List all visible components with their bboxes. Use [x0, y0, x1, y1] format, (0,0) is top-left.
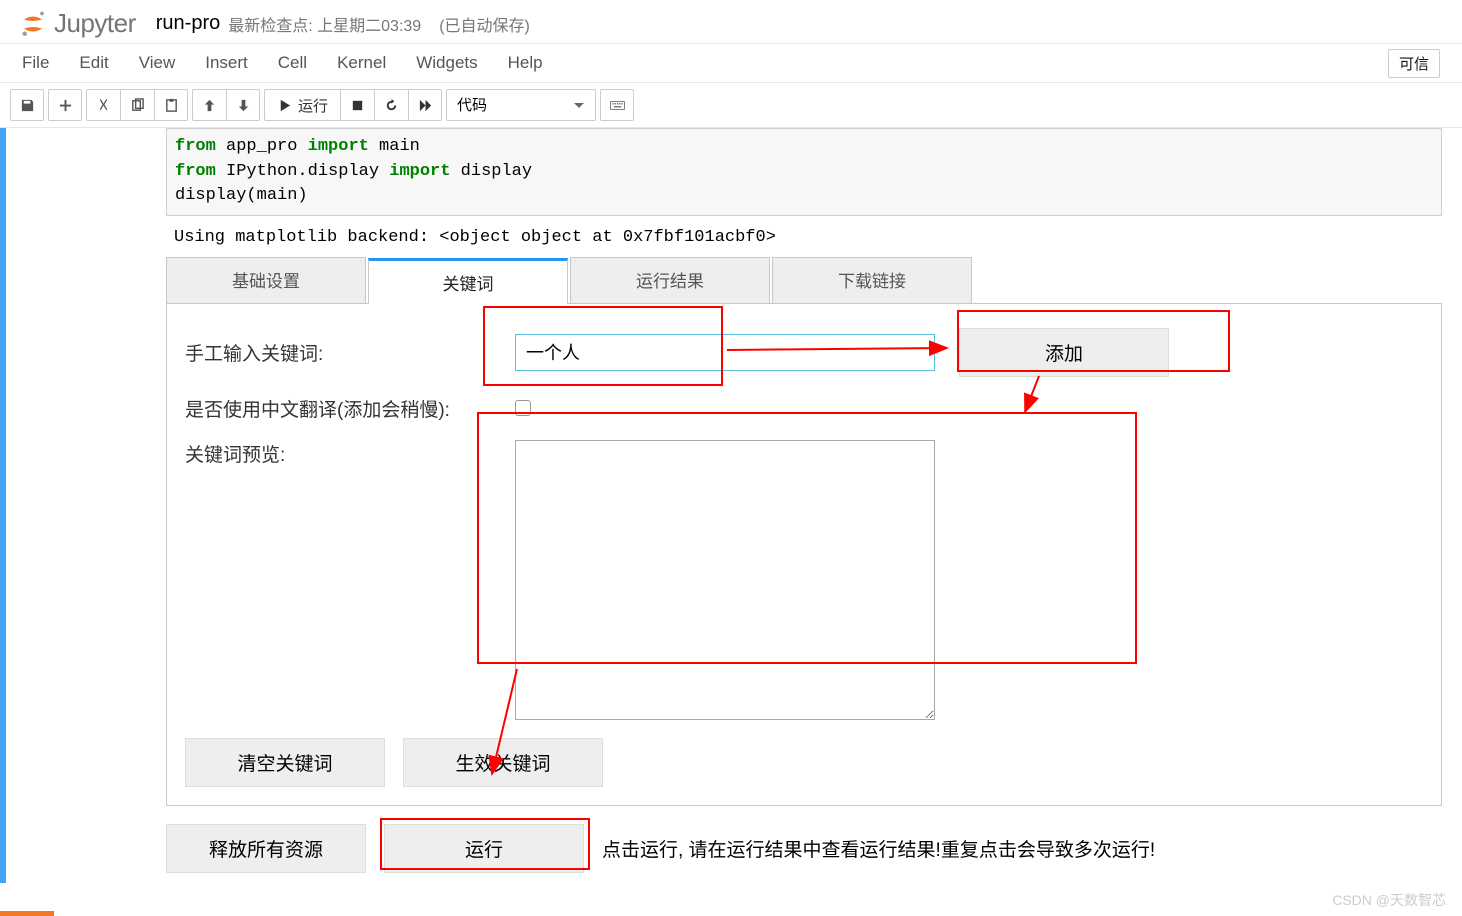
bottom-accent-bar	[0, 911, 54, 916]
trust-button[interactable]: 可信	[1388, 49, 1440, 78]
menubar: File Edit View Insert Cell Kernel Widget…	[0, 43, 1462, 83]
release-resources-button[interactable]: 释放所有资源	[166, 824, 366, 873]
arrow-down-icon	[236, 98, 251, 113]
paste-button[interactable]	[154, 89, 188, 121]
keyword-input[interactable]	[515, 334, 935, 371]
run-label: 运行	[298, 95, 328, 116]
watermark: CSDN @天数智芯	[1332, 890, 1446, 910]
tab-keywords[interactable]: 关键词	[368, 258, 568, 304]
checkpoint-text: 最新检查点: 上星期二03:39	[228, 12, 421, 36]
save-icon	[20, 98, 35, 113]
cut-button[interactable]	[86, 89, 120, 121]
label-keyword-input: 手工输入关键词:	[185, 339, 515, 366]
tab-basic-settings[interactable]: 基础设置	[166, 257, 366, 303]
run-button[interactable]: 运行	[264, 89, 340, 121]
menu-help[interactable]: Help	[508, 44, 573, 82]
arrow-up-icon	[202, 98, 217, 113]
run-widget-button[interactable]: 运行	[384, 824, 584, 873]
run-hint-text: 点击运行, 请在运行结果中查看运行结果!重复点击会导致多次运行!	[602, 835, 1155, 862]
save-button[interactable]	[10, 89, 44, 121]
celltype-select[interactable]: 代码	[446, 89, 596, 121]
copy-icon	[130, 98, 145, 113]
widget-output: 基础设置 关键词 运行结果 下载链接 手工输入关键词: 添加 是否使用中文翻译(…	[166, 257, 1442, 883]
autosave-text: (已自动保存)	[439, 12, 530, 36]
restart-button[interactable]	[374, 89, 408, 121]
plus-icon	[58, 98, 73, 113]
menu-cell[interactable]: Cell	[278, 44, 337, 82]
keyword-preview-textarea[interactable]	[515, 440, 935, 720]
fast-forward-icon	[418, 98, 433, 113]
code-cell[interactable]: from app_pro import main from IPython.di…	[0, 128, 1462, 883]
cut-icon	[96, 98, 111, 113]
copy-button[interactable]	[120, 89, 154, 121]
apply-keywords-button[interactable]: 生效关键词	[403, 738, 603, 787]
code-input[interactable]: from app_pro import main from IPython.di…	[166, 128, 1442, 216]
restart-run-all-button[interactable]	[408, 89, 442, 121]
menu-file[interactable]: File	[22, 44, 79, 82]
menu-kernel[interactable]: Kernel	[337, 44, 416, 82]
notebook-container: from app_pro import main from IPython.di…	[0, 128, 1462, 903]
stop-icon	[350, 98, 365, 113]
clear-keywords-button[interactable]: 清空关键词	[185, 738, 385, 787]
command-palette-button[interactable]	[600, 89, 634, 121]
tab-bar: 基础设置 关键词 运行结果 下载链接	[166, 257, 1442, 304]
keyboard-icon	[610, 98, 625, 113]
add-keyword-button[interactable]: 添加	[959, 328, 1169, 377]
label-translate: 是否使用中文翻译(添加会稍慢):	[185, 395, 515, 422]
jupyter-logo-text: Jupyter	[54, 8, 136, 39]
interrupt-button[interactable]	[340, 89, 374, 121]
move-group	[192, 89, 260, 121]
notebook-name[interactable]: run-pro	[156, 12, 220, 35]
move-down-button[interactable]	[226, 89, 260, 121]
tab-results[interactable]: 运行结果	[570, 257, 770, 303]
bottom-button-row: 清空关键词 生效关键词	[185, 738, 1423, 787]
paste-icon	[164, 98, 179, 113]
label-preview: 关键词预览:	[185, 440, 515, 467]
cell-body: from app_pro import main from IPython.di…	[166, 128, 1462, 883]
toolbar: 运行 代码	[0, 83, 1462, 128]
row-translate: 是否使用中文翻译(添加会稍慢):	[185, 395, 1423, 422]
play-icon	[277, 98, 292, 113]
run-group: 运行	[264, 89, 442, 121]
output-text: Using matplotlib backend: <object object…	[166, 216, 1442, 257]
tab-download[interactable]: 下载链接	[772, 257, 972, 303]
menu-insert[interactable]: Insert	[205, 44, 278, 82]
header: Jupyter run-pro 最新检查点: 上星期二03:39 (已自动保存)	[0, 0, 1462, 43]
move-up-button[interactable]	[192, 89, 226, 121]
add-cell-button[interactable]	[48, 89, 82, 121]
run-row: 释放所有资源 运行 点击运行, 请在运行结果中查看运行结果!重复点击会导致多次运…	[166, 824, 1442, 873]
menu-edit[interactable]: Edit	[79, 44, 138, 82]
row-keyword-input: 手工输入关键词: 添加	[185, 328, 1423, 377]
edit-group	[86, 89, 188, 121]
prompt-area	[6, 128, 166, 883]
tab-panel-keywords: 手工输入关键词: 添加 是否使用中文翻译(添加会稍慢): 关键词预览: 清空关键…	[166, 304, 1442, 806]
restart-icon	[384, 98, 399, 113]
jupyter-logo[interactable]: Jupyter	[18, 8, 136, 39]
menu-widgets[interactable]: Widgets	[416, 44, 507, 82]
translate-checkbox[interactable]	[515, 400, 531, 416]
jupyter-logo-icon	[18, 9, 48, 39]
menu-view[interactable]: View	[139, 44, 206, 82]
row-preview: 关键词预览:	[185, 440, 1423, 720]
